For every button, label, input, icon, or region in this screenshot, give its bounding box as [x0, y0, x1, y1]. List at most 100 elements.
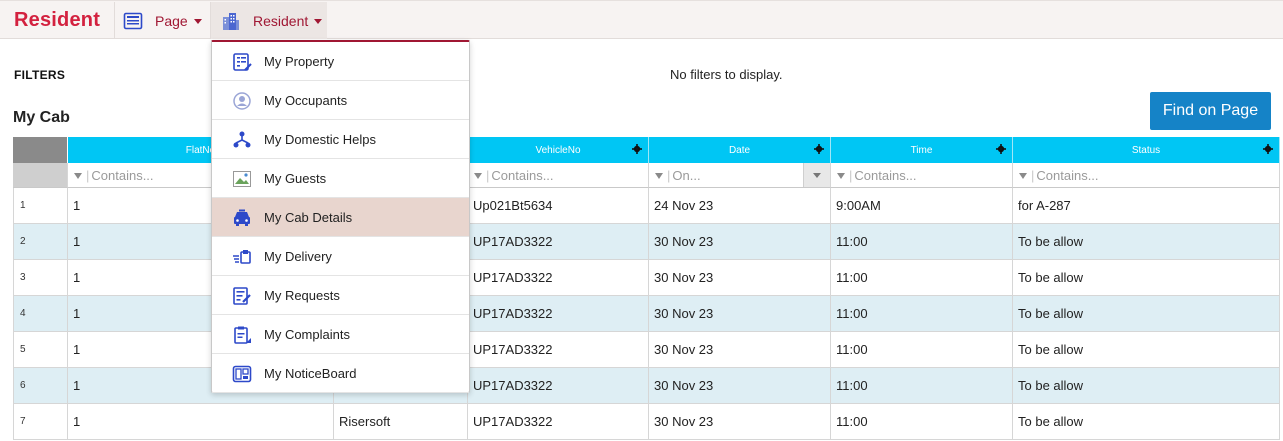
cell-date[interactable]: 30 Nov 23	[649, 296, 831, 332]
cell-time[interactable]: 11:00	[831, 404, 1013, 440]
page-menu-button[interactable]: Page	[115, 2, 210, 39]
brand-title[interactable]: Resident	[14, 9, 100, 32]
page-menu-label: Page	[155, 12, 188, 29]
find-on-page-button[interactable]: Find on Page	[1150, 92, 1271, 130]
cell-time[interactable]: 11:00	[831, 260, 1013, 296]
cell-date[interactable]: 30 Nov 23	[649, 224, 831, 260]
cell-time[interactable]: 9:00AM	[831, 188, 1013, 224]
row-number[interactable]: 1	[13, 188, 68, 224]
menu-item-requests[interactable]: My Requests	[212, 276, 469, 315]
column-header-label: VehicleNo	[535, 144, 581, 156]
menu-item-occupants[interactable]: My Occupants	[212, 81, 469, 120]
table-row[interactable]: 4 1 UP17AD3322 30 Nov 23 11:00 To be allow	[13, 296, 1280, 332]
filter-placeholder: On...	[672, 167, 701, 183]
gear-icon[interactable]	[632, 144, 642, 154]
menu-item-label: My Requests	[264, 288, 340, 303]
chevron-down-icon	[813, 172, 821, 178]
resident-menu-button[interactable]: Resident	[211, 2, 327, 39]
table-row[interactable]: 1 1 Up021Bt5634 24 Nov 23 9:00AM for A-287	[13, 188, 1280, 224]
cell-date[interactable]: 30 Nov 23	[649, 404, 831, 440]
cell-date[interactable]: 30 Nov 23	[649, 332, 831, 368]
menu-item-property[interactable]: My Property	[212, 42, 469, 81]
cell-vehicleno[interactable]: UP17AD3322	[468, 404, 649, 440]
gear-icon[interactable]	[814, 144, 824, 154]
filter-icon	[1019, 173, 1027, 179]
cab-icon	[232, 208, 252, 228]
menu-item-noticeboard[interactable]: My NoticeBoard	[212, 354, 469, 393]
complaints-icon	[232, 325, 252, 345]
cell-time[interactable]: 11:00	[831, 332, 1013, 368]
row-number[interactable]: 4	[13, 296, 68, 332]
column-header-label: Date	[728, 144, 751, 156]
filter-placeholder: Contains...	[854, 167, 917, 183]
row-number[interactable]: 6	[13, 368, 68, 404]
noticeboard-icon	[232, 364, 252, 384]
date-dropdown-button[interactable]	[803, 163, 830, 187]
requests-icon	[232, 286, 252, 306]
cell-status[interactable]: To be allow	[1013, 404, 1280, 440]
cell-status[interactable]: To be allow	[1013, 224, 1280, 260]
menu-item-cab[interactable]: My Cab Details	[212, 198, 469, 237]
column-header-vehicleno[interactable]: VehicleNo	[468, 137, 649, 163]
occupants-icon	[232, 91, 252, 111]
cell-status[interactable]: for A-287	[1013, 188, 1280, 224]
cell-date[interactable]: 24 Nov 23	[649, 188, 831, 224]
gear-icon[interactable]	[1263, 144, 1273, 154]
grid-header-row: FlatNo VehicleNo Date Time Status	[13, 137, 1280, 163]
gear-icon[interactable]	[996, 144, 1006, 154]
cell-vehicleno[interactable]: Up021Bt5634	[468, 188, 649, 224]
menu-item-domestic-helps[interactable]: My Domestic Helps	[212, 120, 469, 159]
cell-vehicleno[interactable]: UP17AD3322	[468, 296, 649, 332]
cell-time[interactable]: 11:00	[831, 224, 1013, 260]
column-header-label: Status	[1131, 144, 1161, 156]
table-row[interactable]: 3 1 UP17AD3322 30 Nov 23 11:00 To be allow	[13, 260, 1280, 296]
menu-item-complaints[interactable]: My Complaints	[212, 315, 469, 354]
filter-icon	[655, 173, 663, 179]
cell-vehicleno[interactable]: UP17AD3322	[468, 260, 649, 296]
cell-status[interactable]: To be allow	[1013, 296, 1280, 332]
top-navbar: Resident Page Resident	[0, 0, 1283, 39]
menu-item-label: My Complaints	[264, 327, 350, 342]
menu-item-delivery[interactable]: My Delivery	[212, 237, 469, 276]
filters-heading: FILTERS	[14, 68, 66, 82]
grid-filter-row: | Contains... | Contains... | On... | Contai…	[13, 163, 1280, 188]
row-number[interactable]: 7	[13, 404, 68, 440]
menu-item-label: My Domestic Helps	[264, 132, 376, 147]
column-header-time[interactable]: Time	[831, 137, 1013, 163]
menu-item-guests[interactable]: My Guests	[212, 159, 469, 198]
filter-input-date[interactable]: | On...	[649, 163, 831, 188]
cell-status[interactable]: To be allow	[1013, 260, 1280, 296]
filter-icon	[74, 173, 82, 179]
filter-input-status[interactable]: | Contains...	[1013, 163, 1280, 188]
column-header-status[interactable]: Status	[1013, 137, 1280, 163]
cell-status[interactable]: To be allow	[1013, 332, 1280, 368]
cell-date[interactable]: 30 Nov 23	[649, 260, 831, 296]
table-row[interactable]: 6 1 UP17AD3322 30 Nov 23 11:00 To be allow	[13, 368, 1280, 404]
table-row[interactable]: 5 1 UP17AD3322 30 Nov 23 11:00 To be allow	[13, 332, 1280, 368]
cell-vehicleno[interactable]: UP17AD3322	[468, 368, 649, 404]
cell-flatno[interactable]: 1	[68, 404, 334, 440]
table-row[interactable]: 2 1 UP17AD3322 30 Nov 23 11:00 To be allow	[13, 224, 1280, 260]
column-header-date[interactable]: Date	[649, 137, 831, 163]
cell-time[interactable]: 11:00	[831, 368, 1013, 404]
menu-item-label: My NoticeBoard	[264, 366, 357, 381]
chevron-down-icon	[314, 19, 323, 24]
cell-vehicleno[interactable]: UP17AD3322	[468, 332, 649, 368]
cell-name[interactable]: Risersoft	[334, 404, 468, 440]
cell-time[interactable]: 11:00	[831, 296, 1013, 332]
grid-corner-header[interactable]	[13, 137, 68, 163]
table-row[interactable]: 7 1 Risersoft UP17AD3322 30 Nov 23 11:00 To be…	[13, 404, 1280, 440]
row-number[interactable]: 3	[13, 260, 68, 296]
cell-vehicleno[interactable]: UP17AD3322	[468, 224, 649, 260]
cell-date[interactable]: 30 Nov 23	[649, 368, 831, 404]
filter-input-vehicleno[interactable]: | Contains...	[468, 163, 649, 188]
filter-icon	[837, 173, 845, 179]
column-header-label: Time	[910, 144, 933, 156]
filter-input-time[interactable]: | Contains...	[831, 163, 1013, 188]
menu-item-label: My Occupants	[264, 93, 348, 108]
cell-status[interactable]: To be allow	[1013, 368, 1280, 404]
row-number[interactable]: 5	[13, 332, 68, 368]
chevron-down-icon	[193, 19, 202, 24]
row-number[interactable]: 2	[13, 224, 68, 260]
filter-placeholder: Contains...	[491, 167, 554, 183]
